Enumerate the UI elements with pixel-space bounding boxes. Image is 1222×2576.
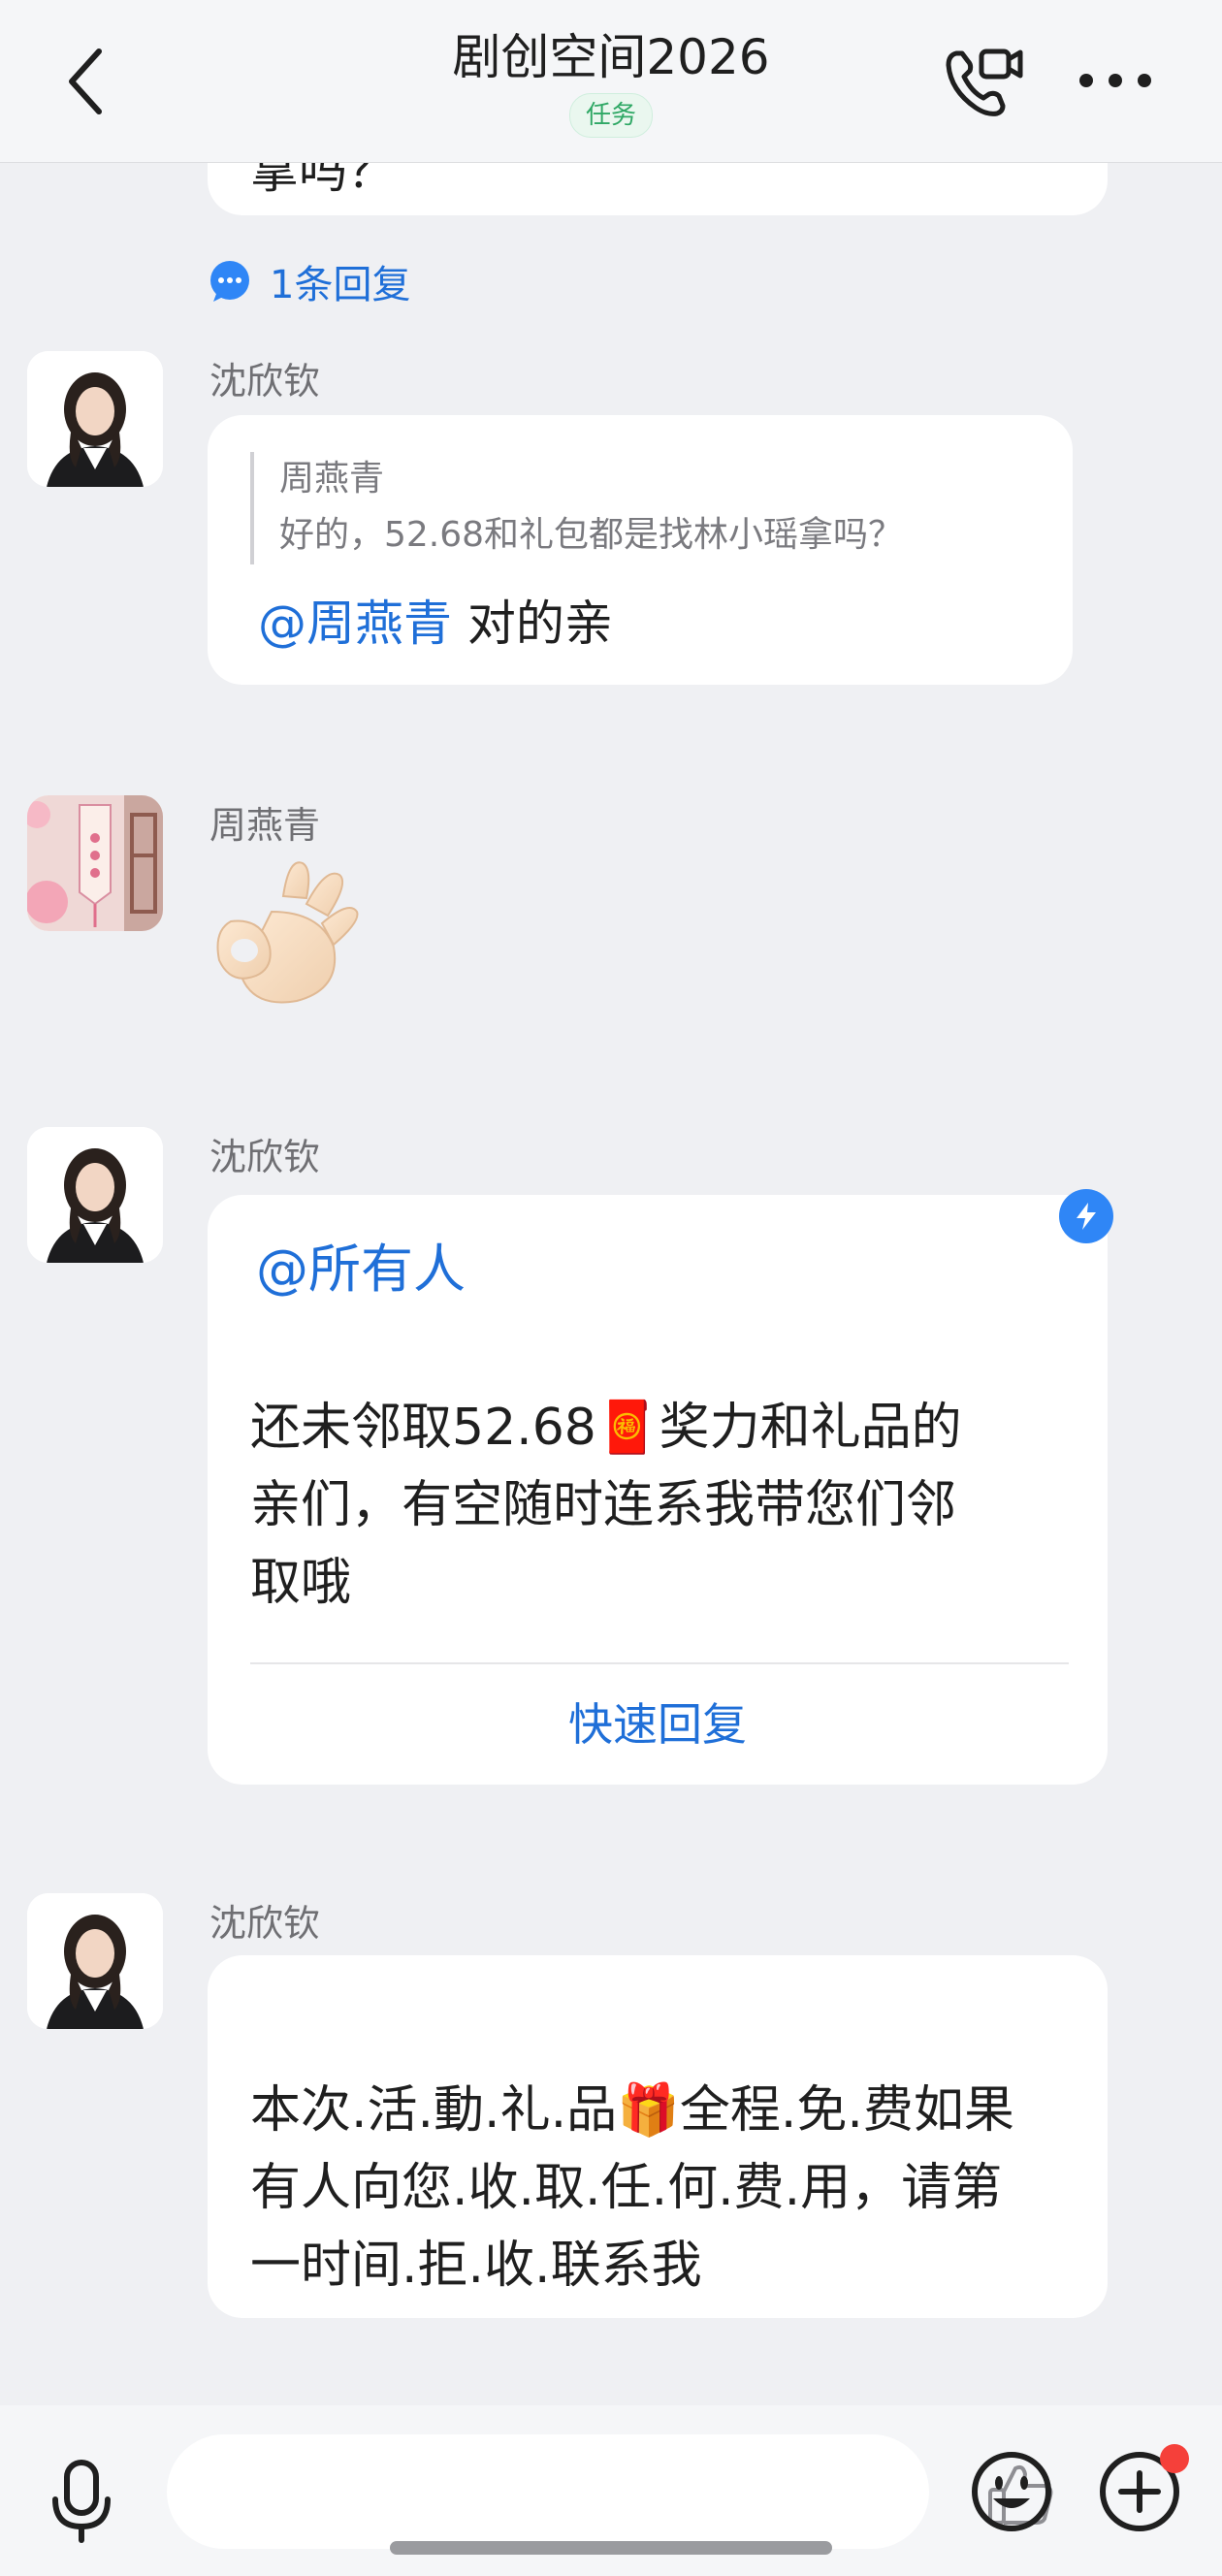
call-button[interactable] [941,39,1028,126]
reply-count-label: 1条回复 [270,263,411,307]
task-tag[interactable]: 任务 [568,93,653,138]
home-indicator[interactable] [390,2541,832,2555]
avatar[interactable] [27,795,163,931]
page-title: 剧创空间2026 [452,29,770,85]
avatar-woman-image [27,351,163,487]
chat-header: 剧创空间2026 任务 [0,0,1222,163]
emoji-icon [972,2452,1051,2531]
more-button[interactable] [1077,56,1154,105]
quoted-sender: 周燕青 [279,459,385,499]
message-bubble-quoted[interactable]: 周燕青 好的，52.68和礼包都是找林小瑶拿吗？ @周燕青 对的亲 [208,415,1073,685]
voice-button[interactable] [43,2452,120,2549]
announcement-text: 还未邻取52.68🧧奖力和礼品的 亲们，有空随时连系我带您们邻 取哦 [250,1399,962,1612]
avatar-woman-image [27,1893,163,2029]
avatar[interactable] [27,1893,163,2029]
quoted-text: 好的，52.68和礼包都是找林小瑶拿吗？ [279,515,904,555]
message-input[interactable] [167,2434,1053,2549]
sender-name: 沈欣钦 [209,1902,321,1945]
avatar[interactable] [27,1127,163,1263]
phone-video-icon [946,48,1023,116]
flash-icon [1059,1189,1113,1243]
quoted-message[interactable]: 周燕青 好的，52.68和礼包都是找林小瑶拿吗？ [250,452,1034,564]
message-text: @周燕青 对的亲 [258,596,613,652]
title-block[interactable]: 剧创空间2026 任务 [0,23,1222,138]
ok-hand-emoji[interactable] [213,853,359,1013]
more-dots-icon [1079,74,1151,87]
sender-name: 沈欣钦 [209,360,321,402]
message-bubble-announcement[interactable]: @所有人 还未邻取52.68🧧奖力和礼品的 亲们，有空随时连系我带您们邻 取哦 … [208,1195,1108,1785]
ok-hand-icon [216,861,359,1004]
sender-name: 周燕青 [209,804,321,847]
thread-replies-link[interactable]: 1条回复 [208,254,410,308]
avatar-floral-image [27,795,163,931]
emoji-button[interactable] [968,2448,1055,2535]
chat-bubble-icon [210,261,249,302]
quick-reply-button[interactable]: 快速回复 [208,1690,1108,1754]
mention-all[interactable]: @所有人 [256,1236,466,1304]
divider [250,1662,1069,1664]
avatar-woman-image [27,1127,163,1263]
message-bubble-notice[interactable]: 本次.活.動.礼.品🎁全程.免.费如果 有人向您.收.取.任.何.费.用，请第 … [208,1955,1108,2318]
chat-area[interactable]: 拿吗？ 1条回复 沈欣钦 周燕青 好的，52.68和礼包都是找林小瑶拿吗？ @周… [0,0,1222,2405]
sender-name: 沈欣钦 [209,1136,321,1178]
microphone-icon [52,2460,111,2543]
avatar[interactable] [27,351,163,487]
notification-dot [1160,2444,1189,2473]
mention-link[interactable]: @周燕青 [258,596,452,652]
notice-text: 本次.活.動.礼.品🎁全程.免.费如果 有人向您.收.取.任.何.费.用，请第 … [250,2081,1014,2295]
